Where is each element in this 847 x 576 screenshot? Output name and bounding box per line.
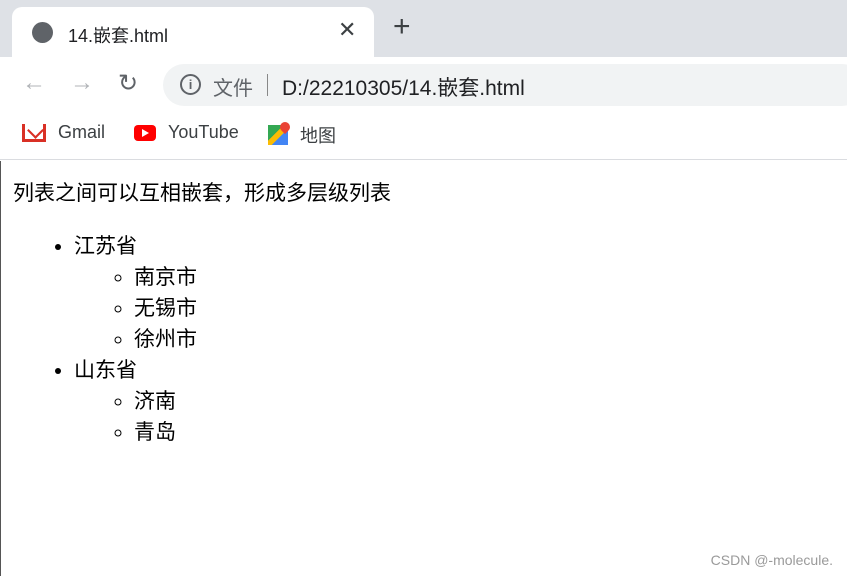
- bookmarks-bar: Gmail YouTube 地图: [0, 110, 847, 160]
- intro-text: 列表之间可以互相嵌套，形成多层级列表: [13, 182, 391, 205]
- page-content: 列表之间可以互相嵌套，形成多层级列表 江苏省 南京市 无锡市 徐州市 山东省 济…: [0, 161, 847, 576]
- bookmark-label: YouTube: [168, 122, 239, 142]
- divider: [267, 74, 268, 96]
- forward-button[interactable]: →: [70, 69, 94, 97]
- province-label: 江苏省: [74, 235, 137, 258]
- list-item: 江苏省 南京市 无锡市 徐州市: [74, 231, 197, 355]
- list-item: 徐州市: [134, 324, 197, 355]
- bookmark-youtube[interactable]: YouTube: [134, 122, 239, 143]
- city-list: 南京市 无锡市 徐州市: [74, 262, 197, 355]
- province-list: 江苏省 南京市 无锡市 徐州市 山东省 济南 青岛: [74, 231, 197, 448]
- list-item: 山东省 济南 青岛: [74, 355, 197, 448]
- close-tab-icon[interactable]: ✕: [338, 17, 356, 43]
- browser-tab[interactable]: 14.嵌套.html ✕: [12, 7, 374, 57]
- bookmark-label: 地图: [300, 126, 336, 146]
- address-bar[interactable]: i 文件 D:/22210305/14.嵌套.html: [163, 64, 847, 106]
- bookmark-maps[interactable]: 地图: [268, 122, 336, 148]
- list-item: 南京市: [134, 262, 197, 293]
- info-icon[interactable]: i: [180, 74, 201, 95]
- globe-icon: [32, 22, 53, 43]
- reload-button[interactable]: ↻: [118, 69, 138, 98]
- back-button[interactable]: ←: [22, 69, 46, 97]
- tab-strip: 14.嵌套.html ✕ +: [0, 0, 847, 57]
- maps-icon: [268, 125, 288, 145]
- province-label: 山东省: [74, 359, 137, 382]
- city-list: 济南 青岛: [74, 386, 197, 448]
- bookmark-gmail[interactable]: Gmail: [22, 122, 105, 143]
- address-url[interactable]: D:/22210305/14.嵌套.html: [282, 72, 525, 102]
- youtube-icon: [134, 124, 156, 141]
- address-scheme: 文件: [213, 78, 253, 100]
- bookmark-label: Gmail: [58, 122, 106, 142]
- watermark: CSDN @-molecule.: [710, 552, 833, 568]
- tab-title: 14.嵌套.html: [68, 26, 169, 46]
- list-item: 青岛: [134, 417, 197, 448]
- list-item: 济南: [134, 386, 197, 417]
- new-tab-button[interactable]: +: [393, 12, 411, 42]
- gmail-icon: [22, 123, 46, 142]
- toolbar: ← → ↻ i 文件 D:/22210305/14.嵌套.html: [0, 57, 847, 110]
- list-item: 无锡市: [134, 293, 197, 324]
